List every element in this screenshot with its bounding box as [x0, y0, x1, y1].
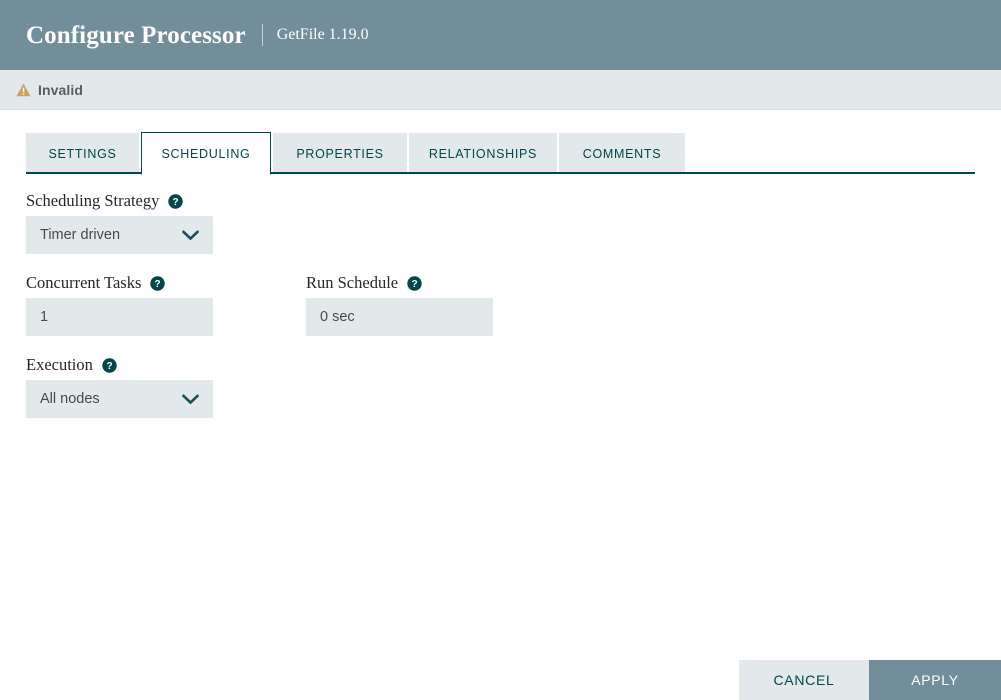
tab-label: RELATIONSHIPS — [428, 147, 538, 161]
tab-properties[interactable]: PROPERTIES — [273, 133, 407, 174]
scheduling-strategy-dropdown[interactable]: Timer driven — [26, 216, 213, 255]
status-badge: Invalid — [38, 81, 84, 98]
svg-text:?: ? — [155, 279, 161, 290]
chevron-down-icon[interactable] — [182, 394, 203, 405]
scheduling-strategy-value: Timer driven — [40, 227, 121, 244]
run-schedule-input[interactable]: 0 sec — [306, 298, 493, 337]
help-icon[interactable]: ? — [102, 358, 117, 373]
warning-triangle-icon — [16, 83, 31, 97]
label-text: Execution — [26, 355, 93, 375]
page-title: Configure Processor — [26, 21, 246, 49]
execution-value: All nodes — [40, 391, 100, 408]
concurrent-tasks-input[interactable]: 1 — [26, 298, 213, 337]
apply-button[interactable]: APPLY — [869, 660, 1001, 700]
tab-strip: SETTINGS SCHEDULING PROPERTIES RELATIONS… — [0, 130, 1001, 175]
svg-text:?: ? — [412, 279, 418, 290]
run-schedule-label: Run Schedule ? — [306, 273, 493, 293]
svg-text:?: ? — [173, 197, 179, 208]
scheduling-row: Concurrent Tasks ? 1 Run Schedule ? 0 se… — [26, 273, 1001, 356]
cancel-button[interactable]: CANCEL — [739, 660, 869, 700]
scheduling-strategy-label: Scheduling Strategy ? — [26, 191, 1001, 210]
execution-label: Execution ? — [26, 356, 1001, 374]
tab-label: COMMENTS — [582, 147, 662, 161]
dialog-header: Configure Processor GetFile 1.19.0 — [0, 0, 1001, 70]
tab-comments[interactable]: COMMENTS — [559, 133, 685, 174]
help-icon[interactable]: ? — [168, 193, 184, 209]
tab-label: PROPERTIES — [296, 147, 384, 161]
concurrent-tasks-label: Concurrent Tasks ? — [26, 273, 213, 293]
help-icon[interactable]: ? — [407, 276, 422, 291]
label-text: Run Schedule — [306, 273, 399, 293]
cancel-button-label: CANCEL — [773, 672, 835, 688]
help-icon[interactable]: ? — [150, 276, 166, 291]
tab-label: SETTINGS — [48, 147, 117, 161]
tab-settings[interactable]: SETTINGS — [26, 133, 139, 174]
svg-text:?: ? — [106, 361, 112, 372]
chevron-down-icon[interactable] — [182, 229, 203, 241]
field-execution: Execution ? All nodes — [26, 356, 1001, 419]
title-separator — [261, 24, 263, 46]
tab-relationships[interactable]: RELATIONSHIPS — [409, 133, 557, 174]
field-scheduling-strategy: Scheduling Strategy ? Timer driven — [26, 191, 1001, 255]
field-run-schedule: Run Schedule ? 0 sec — [306, 273, 493, 337]
apply-button-label: APPLY — [911, 672, 959, 688]
scheduling-tab-panel: Scheduling Strategy ? Timer driven Concu… — [0, 174, 1001, 419]
processor-type-version: GetFile 1.19.0 — [276, 26, 369, 43]
tab-scheduling[interactable]: SCHEDULING — [141, 132, 271, 175]
run-schedule-value: 0 sec — [320, 309, 355, 326]
tab-label: SCHEDULING — [161, 146, 251, 161]
label-text: Concurrent Tasks — [26, 273, 142, 293]
field-concurrent-tasks: Concurrent Tasks ? 1 — [26, 273, 213, 337]
label-text: Scheduling Strategy — [26, 191, 160, 210]
concurrent-tasks-value: 1 — [40, 309, 49, 326]
validation-status-bar: Invalid — [0, 70, 1001, 110]
execution-dropdown[interactable]: All nodes — [26, 380, 213, 419]
column-spacer — [213, 274, 306, 356]
dialog-footer: CANCEL APPLY — [739, 660, 1001, 700]
